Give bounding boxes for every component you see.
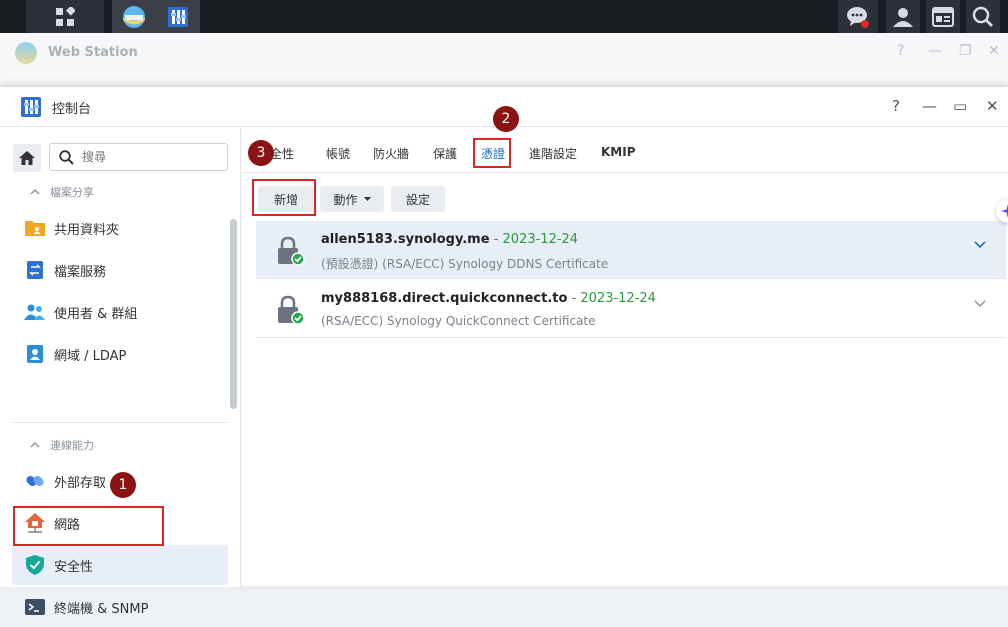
web-station-icon xyxy=(123,5,145,28)
sidebar-scrollbar[interactable] xyxy=(230,219,237,409)
certificate-title: allen5183.synology.me - 2023-12-24 xyxy=(321,232,578,247)
divider xyxy=(12,422,228,423)
control-panel-icon xyxy=(21,97,41,117)
sidebar-item-label: 共用資料夾 xyxy=(54,222,120,238)
taskbar-web-station[interactable] xyxy=(112,0,156,33)
chat-button[interactable] xyxy=(838,0,878,33)
chat-icon xyxy=(847,6,869,28)
main-content: 安全性 帳號 防火牆 保護 憑證 進階設定 KMIP 新增 動作 設定 alle… xyxy=(242,127,1008,587)
sidebar-item-label: 安全性 xyxy=(54,559,94,575)
settings-button[interactable]: 設定 xyxy=(391,186,445,212)
section-label: 連線能力 xyxy=(50,439,94,452)
section-file-sharing[interactable]: 檔案分享 xyxy=(30,184,94,200)
tab-firewall[interactable]: 防火牆 xyxy=(373,145,409,162)
certificate-date: 2023-12-24 xyxy=(580,291,656,306)
file-services-icon xyxy=(24,259,46,281)
global-search-button[interactable] xyxy=(966,0,1000,33)
annotation-box-certificate-tab xyxy=(473,138,511,168)
certificate-description: (RSA/ECC) Synology QuickConnect Certific… xyxy=(321,314,596,328)
annotation-box-security xyxy=(13,506,164,546)
widget-icon xyxy=(932,6,954,27)
chevron-up-icon xyxy=(30,189,40,195)
user-button[interactable] xyxy=(886,0,920,33)
lock-check-icon xyxy=(278,295,305,325)
sidebar-item-file-services[interactable]: 檔案服務 xyxy=(12,250,228,290)
lock-check-icon xyxy=(278,236,305,266)
annotation-box-add-button xyxy=(252,179,316,216)
tab-account[interactable]: 帳號 xyxy=(326,145,350,162)
close-button[interactable]: ✕ xyxy=(988,43,1000,59)
domain-icon xyxy=(24,343,46,365)
action-dropdown-label: 動作 xyxy=(333,192,358,207)
toolbar: 新增 動作 設定 xyxy=(242,174,1008,220)
web-station-icon xyxy=(15,42,37,64)
certificate-name: allen5183.synology.me xyxy=(321,232,490,247)
main-menu-button[interactable] xyxy=(26,0,104,33)
window-title: Web Station xyxy=(48,45,138,60)
certificate-name: my888168.direct.quickconnect.to xyxy=(321,291,568,306)
search-box[interactable] xyxy=(49,143,228,171)
user-icon xyxy=(893,7,913,27)
grid-icon xyxy=(56,6,75,26)
folder-icon xyxy=(24,217,46,239)
taskbar xyxy=(0,0,1008,33)
tab-kmip[interactable]: KMIP xyxy=(601,145,636,159)
users-icon xyxy=(24,301,46,323)
search-input[interactable] xyxy=(82,148,222,166)
search-icon xyxy=(59,150,74,165)
tab-bar: 安全性 帳號 防火牆 保護 憑證 進階設定 KMIP xyxy=(242,127,1008,173)
settings-button-label: 設定 xyxy=(405,192,430,207)
home-button[interactable] xyxy=(13,144,41,172)
sidebar-item-label: 網域 / LDAP xyxy=(54,348,127,364)
annotation-badge: 1 xyxy=(110,472,136,498)
sidebar-item-shared-folder[interactable]: 共用資料夾 xyxy=(12,208,228,248)
annotation-badge: 2 xyxy=(493,106,519,132)
certificate-row[interactable]: allen5183.synology.me - 2023-12-24 (預設憑證… xyxy=(256,221,1006,279)
minimize-button[interactable]: — xyxy=(928,43,942,59)
section-connectivity[interactable]: 連線能力 xyxy=(30,437,94,453)
assistant-icon[interactable] xyxy=(996,199,1008,223)
maximize-button[interactable]: ❐ xyxy=(959,43,972,59)
tab-protection[interactable]: 保護 xyxy=(433,145,457,162)
certificate-row[interactable]: my888168.direct.quickconnect.to - 2023-1… xyxy=(256,280,1006,338)
help-button[interactable]: ? xyxy=(892,97,900,115)
sidebar-item-domain-ldap[interactable]: 網域 / LDAP xyxy=(12,334,228,374)
shield-icon xyxy=(24,554,46,576)
minimize-button[interactable]: — xyxy=(922,97,937,115)
external-access-icon xyxy=(24,470,46,492)
sidebar-item-label: 檔案服務 xyxy=(54,264,107,280)
close-button[interactable]: ✕ xyxy=(986,97,999,115)
separator: - xyxy=(567,291,581,306)
certificate-title: my888168.direct.quickconnect.to - 2023-1… xyxy=(321,291,656,306)
chevron-down-icon[interactable] xyxy=(974,241,986,249)
sidebar-item-label: 使用者 & 群組 xyxy=(54,306,138,322)
control-panel-icon xyxy=(168,6,188,27)
sidebar-item-label: 終端機 & SNMP xyxy=(54,601,149,617)
chevron-down-icon[interactable] xyxy=(974,300,986,308)
terminal-icon xyxy=(24,596,46,618)
annotation-badge: 3 xyxy=(248,140,274,166)
taskbar-control-panel[interactable] xyxy=(156,0,200,33)
action-dropdown[interactable]: 動作 xyxy=(320,186,384,212)
help-button[interactable]: ? xyxy=(897,43,904,59)
sidebar-item-terminal-snmp[interactable]: 終端機 & SNMP xyxy=(12,587,228,627)
chevron-up-icon xyxy=(30,442,40,448)
certificate-description: (預設憑證) (RSA/ECC) Synology DDNS Certifica… xyxy=(321,257,609,271)
sidebar-item-security[interactable]: 安全性 xyxy=(12,545,228,585)
certificate-date: 2023-12-24 xyxy=(502,232,579,247)
window-title: 控制台 xyxy=(52,102,92,117)
sidebar-item-users-groups[interactable]: 使用者 & 群組 xyxy=(12,292,228,332)
tab-advanced[interactable]: 進階設定 xyxy=(529,145,577,162)
widgets-button[interactable] xyxy=(926,0,960,33)
separator: - xyxy=(489,232,503,247)
search-icon xyxy=(972,6,993,27)
section-label: 檔案分享 xyxy=(50,186,94,199)
home-icon xyxy=(19,151,35,165)
sidebar-item-label: 外部存取 xyxy=(54,475,107,491)
web-station-window[interactable]: Web Station ? — ❐ ✕ xyxy=(0,33,1008,93)
maximize-button[interactable]: ▭ xyxy=(953,97,967,115)
caret-down-icon xyxy=(363,197,371,201)
